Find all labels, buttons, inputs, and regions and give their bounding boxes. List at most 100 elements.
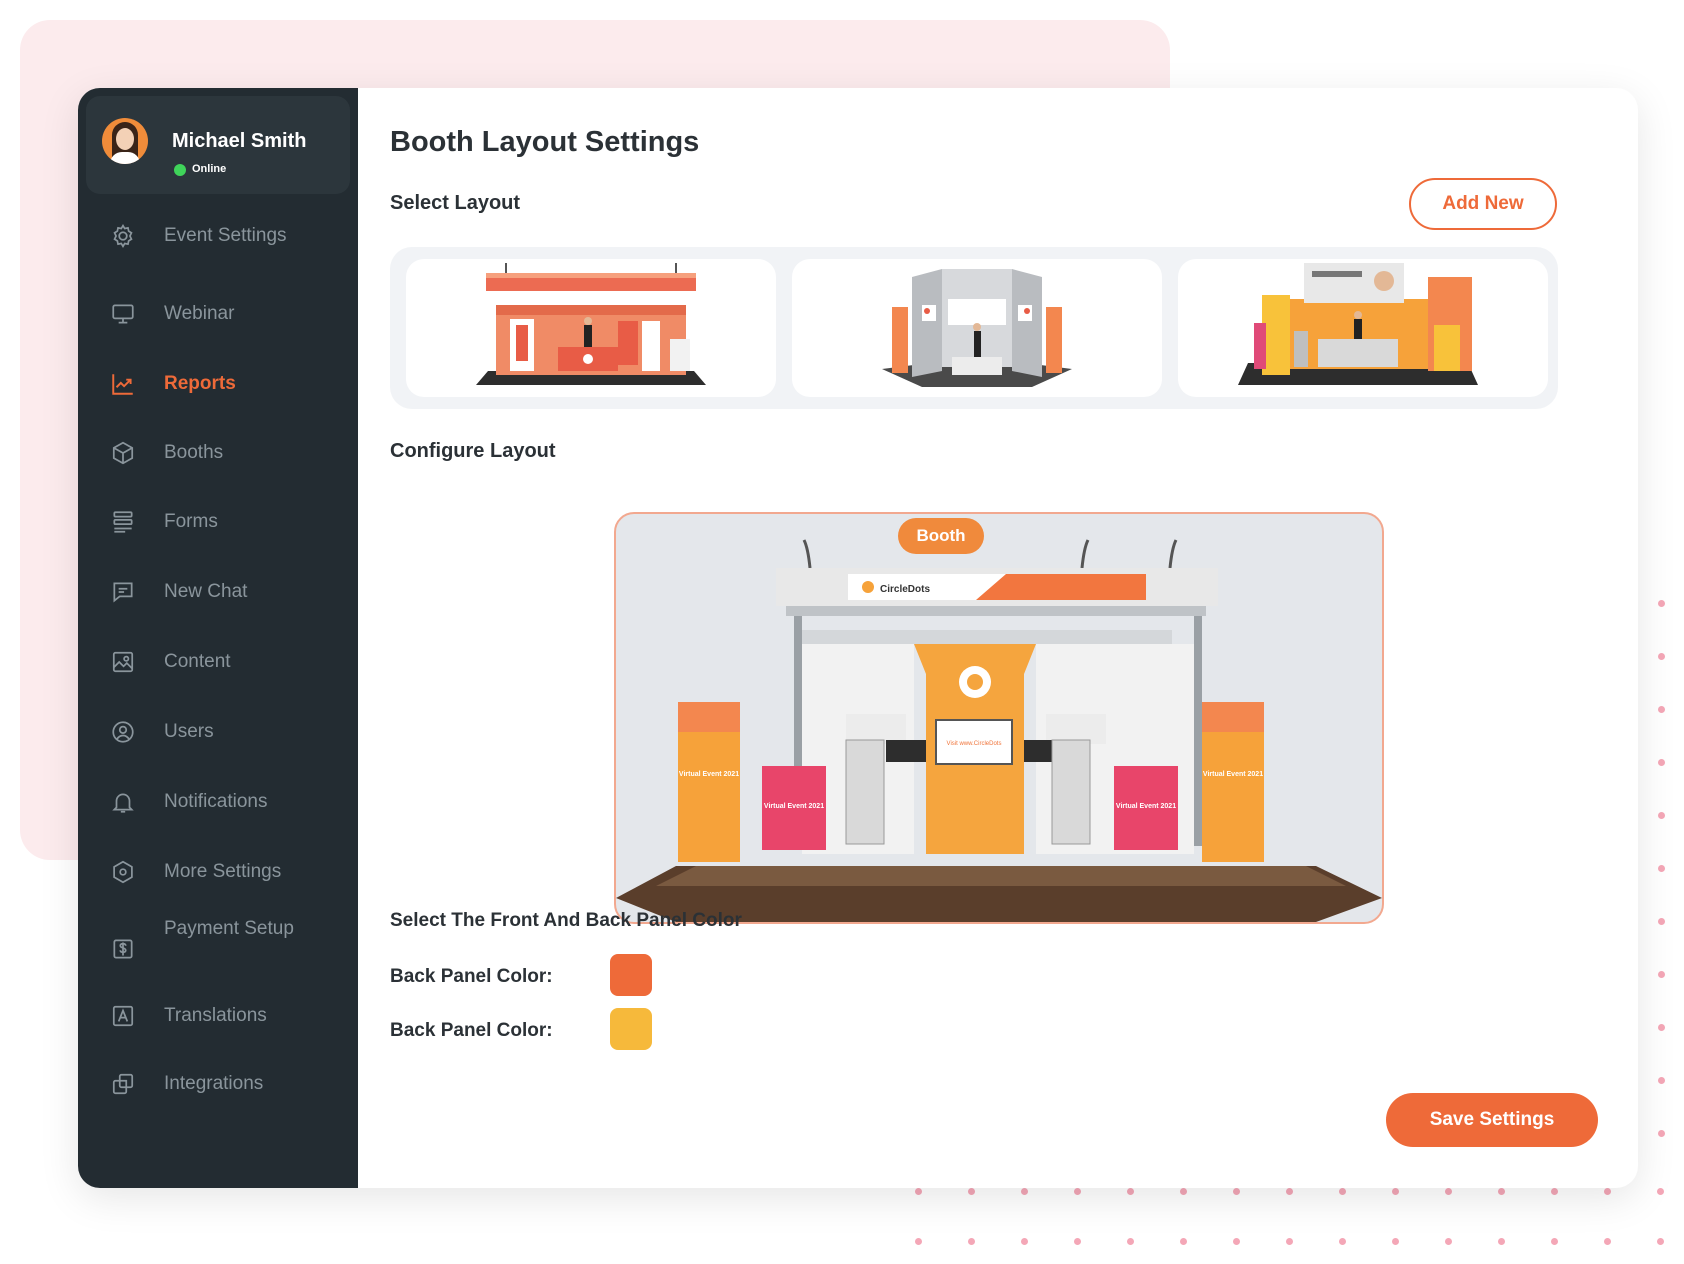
dot: [1657, 1238, 1664, 1245]
bell-icon: [110, 789, 136, 815]
sidebar-item-label: Webinar: [164, 303, 235, 324]
layout-option-2[interactable]: [792, 259, 1162, 397]
main-content: Booth Layout Settings Select Layout Add …: [358, 88, 1638, 1188]
dot: [1127, 1188, 1134, 1195]
dot: [915, 1188, 922, 1195]
sidebar-item-label: Integrations: [164, 1073, 264, 1094]
select-layout-label: Select Layout: [390, 192, 521, 214]
form-icon: [110, 509, 136, 535]
dot: [1658, 653, 1665, 660]
sidebar-item-more-settings[interactable]: More Settings: [78, 850, 358, 894]
dot: [1339, 1238, 1346, 1245]
sidebar-item-label: Event Settings: [164, 225, 287, 246]
dot: [1658, 1077, 1665, 1084]
online-status-text: Online: [192, 163, 227, 175]
sidebar-item-integrations[interactable]: Integrations: [78, 1062, 358, 1106]
booth-brand-text: CircleDots: [880, 584, 930, 595]
dot: [1445, 1188, 1452, 1195]
sidebar-item-forms[interactable]: Forms: [78, 500, 358, 544]
dot: [1657, 1188, 1664, 1195]
dot: [1658, 706, 1665, 713]
add-new-button[interactable]: Add New: [1409, 178, 1557, 230]
sidebar-item-payment-setup[interactable]: Payment Setup: [78, 918, 358, 964]
panel-color-section-label: Select The Front And Back Panel Color: [390, 910, 742, 931]
dot: [1658, 918, 1665, 925]
hexagon-settings-icon: [110, 859, 136, 885]
banner-text-1: Virtual Event 2021: [679, 771, 739, 778]
dot: [1286, 1238, 1293, 1245]
booth-layout-1-image: [476, 263, 706, 385]
integrations-icon: [110, 1071, 136, 1097]
back-panel-color-label: Back Panel Color:: [390, 966, 553, 987]
sidebar: Michael Smith Online Event Settings Webi…: [78, 88, 358, 1188]
dollar-icon: [110, 936, 136, 962]
sidebar-item-label: Forms: [164, 511, 218, 532]
sidebar-item-event-settings[interactable]: Event Settings: [78, 214, 358, 258]
sidebar-item-label: Booths: [164, 442, 224, 463]
dot: [1658, 1024, 1665, 1031]
dot: [1658, 812, 1665, 819]
dot: [1551, 1238, 1558, 1245]
sidebar-item-label: More Settings: [164, 861, 282, 882]
app-window: Michael Smith Online Event Settings Webi…: [78, 88, 1638, 1188]
sidebar-item-booths[interactable]: Booths: [78, 431, 358, 475]
dot: [1339, 1188, 1346, 1195]
dot: [1658, 759, 1665, 766]
dot: [1604, 1238, 1611, 1245]
sidebar-item-reports[interactable]: Reports: [78, 362, 358, 406]
dot: [1658, 1130, 1665, 1137]
dot: [1498, 1238, 1505, 1245]
image-icon: [110, 649, 136, 675]
sidebar-item-webinar[interactable]: Webinar: [78, 292, 358, 336]
dot: [1286, 1188, 1293, 1195]
user-profile[interactable]: Michael Smith Online: [86, 96, 350, 194]
dot: [1392, 1238, 1399, 1245]
dot: [1180, 1238, 1187, 1245]
chat-icon: [110, 579, 136, 605]
avatar: [102, 118, 148, 164]
booth-screen-text: Visit www.CircleDots: [947, 741, 1002, 747]
dot: [1074, 1238, 1081, 1245]
booth-preview[interactable]: Booth CircleDots Visit www.CircleDots Vi…: [614, 512, 1384, 924]
dot: [1127, 1238, 1134, 1245]
sidebar-item-content[interactable]: Content: [78, 640, 358, 684]
layout-options: [390, 247, 1558, 409]
dot: [1445, 1238, 1452, 1245]
sidebar-item-label: Users: [164, 721, 214, 742]
save-settings-button[interactable]: Save Settings: [1386, 1093, 1598, 1147]
dot: [968, 1188, 975, 1195]
booth-tag: Booth: [898, 518, 984, 554]
sidebar-item-notifications[interactable]: Notifications: [78, 780, 358, 824]
sidebar-item-label: Payment Setup: [164, 918, 294, 939]
online-status-dot: [174, 164, 186, 176]
dot: [1233, 1188, 1240, 1195]
cube-icon: [110, 440, 136, 466]
dot: [1074, 1188, 1081, 1195]
dot: [968, 1238, 975, 1245]
sidebar-item-label: New Chat: [164, 581, 248, 602]
page-title: Booth Layout Settings: [390, 126, 700, 158]
sidebar-item-users[interactable]: Users: [78, 710, 358, 754]
dot: [1498, 1188, 1505, 1195]
sidebar-item-label: Content: [164, 651, 231, 672]
monitor-icon: [110, 301, 136, 327]
profile-name: Michael Smith: [172, 130, 307, 152]
dot: [1021, 1238, 1028, 1245]
back-panel-color-swatch[interactable]: [610, 954, 652, 996]
sidebar-item-new-chat[interactable]: New Chat: [78, 570, 358, 614]
sidebar-item-label: Notifications: [164, 791, 268, 812]
gear-icon: [110, 223, 136, 249]
layout-option-1[interactable]: [406, 259, 776, 397]
banner-text-4: Virtual Event 2021: [1203, 771, 1263, 778]
front-panel-color-swatch[interactable]: [610, 1008, 652, 1050]
sidebar-item-translations[interactable]: Translations: [78, 994, 358, 1038]
dot: [915, 1238, 922, 1245]
dot: [1021, 1188, 1028, 1195]
dot: [1551, 1188, 1558, 1195]
booth-preview-image: CircleDots Visit www.CircleDots Virtual …: [616, 539, 1382, 922]
dot: [1658, 600, 1665, 607]
layout-option-3[interactable]: [1178, 259, 1548, 397]
dot: [1658, 865, 1665, 872]
dot: [1658, 971, 1665, 978]
sidebar-item-label: Reports: [164, 373, 236, 394]
